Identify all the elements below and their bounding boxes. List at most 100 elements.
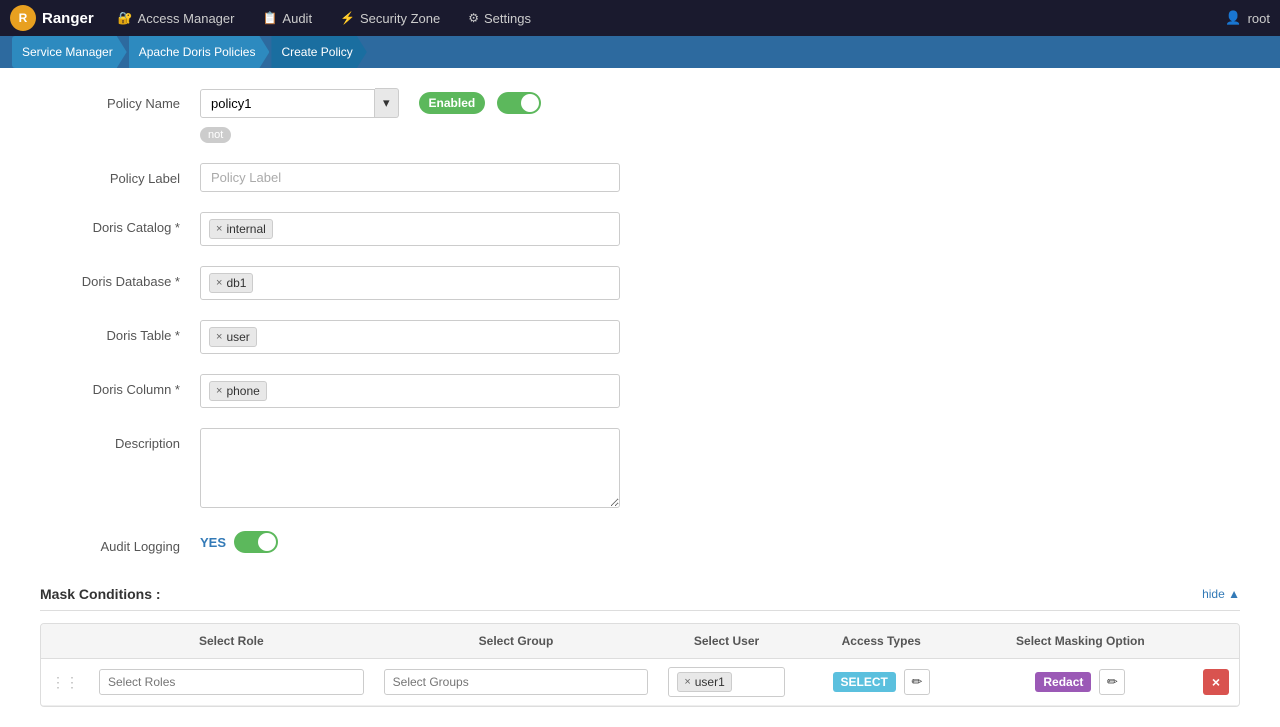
doris-column-input[interactable]: × phone (200, 374, 620, 408)
mask-conditions-section: Mask Conditions : hide ▲ (40, 574, 1240, 611)
logo[interactable]: R Ranger (10, 5, 94, 31)
access-type-badge[interactable]: SELECT (833, 672, 896, 692)
hide-link[interactable]: hide ▲ (1202, 587, 1240, 601)
mask-conditions-table: Select Role Select Group Select User Acc… (41, 624, 1239, 706)
audit-toggle-wrap: YES (200, 531, 620, 553)
doris-table-input[interactable]: × user (200, 320, 620, 354)
policy-label-row: Policy Label (40, 163, 1240, 192)
doris-database-field: × db1 (200, 266, 620, 300)
top-navigation: R Ranger 🔐 Access Manager 📋 Audit ⚡ Secu… (0, 0, 1280, 36)
description-textarea[interactable] (200, 428, 620, 508)
breadcrumb: Service Manager Apache Doris Policies Cr… (0, 36, 1280, 68)
access-types-cell: SELECT ✏ (795, 659, 968, 706)
audit-logging-toggle[interactable] (234, 531, 278, 553)
table-header: Select Role Select Group Select User Acc… (41, 624, 1239, 659)
select-groups-input[interactable] (384, 669, 649, 695)
policy-label-field (200, 163, 620, 192)
doris-catalog-tag: × internal (209, 219, 273, 239)
drag-handle-icon[interactable]: ⋮⋮ (51, 674, 79, 690)
select-user-header: Select User (658, 624, 794, 659)
breadcrumb-create-policy[interactable]: Create Policy (271, 36, 366, 68)
audit-logging-row: Audit Logging YES (40, 531, 1240, 554)
drag-col-header (41, 624, 89, 659)
audit-toggle-knob (258, 533, 276, 551)
delete-row-btn[interactable]: × (1203, 669, 1229, 695)
audit-logging-label: Audit Logging (40, 531, 200, 554)
doris-catalog-label: Doris Catalog * (40, 212, 200, 235)
nav-access-manager[interactable]: 🔐 Access Manager (106, 0, 247, 36)
breadcrumb-apache-doris-policies[interactable]: Apache Doris Policies (129, 36, 270, 68)
logo-icon: R (10, 5, 36, 31)
not-badge: not (200, 127, 231, 143)
description-label: Description (40, 428, 200, 451)
description-row: Description (40, 428, 1240, 511)
nav-security-zone[interactable]: ⚡ Security Zone (328, 0, 452, 36)
enabled-toggle[interactable] (497, 92, 541, 114)
table-row: ⋮⋮ × user1 (41, 659, 1239, 706)
user-name: root (1248, 11, 1270, 26)
nav-settings[interactable]: ⚙ Settings (456, 0, 543, 36)
doris-catalog-field: × internal (200, 212, 620, 246)
doris-database-label: Doris Database * (40, 266, 200, 289)
doris-database-row: Doris Database * × db1 (40, 266, 1240, 300)
description-field (200, 428, 620, 511)
policy-name-dropdown-btn[interactable]: ▾ (375, 88, 399, 118)
main-content: Policy Name ▾ Enabled not Policy Label (0, 68, 1280, 727)
user-cell: × user1 (658, 659, 794, 706)
audit-icon: 📋 (262, 11, 277, 25)
user-tag-value: user1 (695, 675, 725, 689)
nav-security-zone-label: Security Zone (360, 11, 440, 26)
doris-database-tag-value: db1 (226, 276, 246, 290)
mask-conditions-title: Mask Conditions : (40, 586, 161, 602)
user-menu[interactable]: 👤 root (1225, 10, 1270, 26)
doris-table-label: Doris Table * (40, 320, 200, 343)
policy-label-input[interactable] (200, 163, 620, 192)
nav-audit[interactable]: 📋 Audit (250, 0, 324, 36)
doris-database-tag: × db1 (209, 273, 253, 293)
select-roles-input[interactable] (99, 669, 364, 695)
action-col-header (1193, 624, 1239, 659)
select-group-header: Select Group (374, 624, 659, 659)
masking-option-badge[interactable]: Redact (1035, 672, 1091, 692)
doris-table-tag-remove[interactable]: × (216, 331, 222, 343)
doris-column-field: × phone (200, 374, 620, 408)
doris-catalog-row: Doris Catalog * × internal (40, 212, 1240, 246)
delete-cell: × (1193, 659, 1239, 706)
doris-table-tag: × user (209, 327, 257, 347)
user-tag-remove[interactable]: × (684, 676, 690, 688)
pencil-icon: ✏ (911, 674, 922, 690)
role-cell (89, 659, 374, 706)
doris-table-row: Doris Table * × user (40, 320, 1240, 354)
access-type-edit-btn[interactable]: ✏ (904, 669, 930, 695)
toggle-knob (521, 94, 539, 112)
access-types-header: Access Types (795, 624, 968, 659)
policy-name-row: Policy Name ▾ Enabled not (40, 88, 1240, 143)
policy-name-input[interactable] (200, 89, 375, 118)
audit-yes-label: YES (200, 535, 226, 550)
masking-pencil-icon: ✏ (1107, 674, 1118, 690)
doris-catalog-tag-remove[interactable]: × (216, 223, 222, 235)
doris-column-tag-value: phone (226, 384, 259, 398)
enabled-badge: Enabled (419, 92, 486, 114)
doris-database-input[interactable]: × db1 (200, 266, 620, 300)
nav-access-manager-label: Access Manager (138, 11, 235, 26)
group-cell (374, 659, 659, 706)
mask-conditions-box: Select Role Select Group Select User Acc… (40, 623, 1240, 707)
doris-column-tag-remove[interactable]: × (216, 385, 222, 397)
doris-column-row: Doris Column * × phone (40, 374, 1240, 408)
doris-column-tag: × phone (209, 381, 267, 401)
policy-name-label: Policy Name (40, 88, 200, 111)
doris-catalog-input[interactable]: × internal (200, 212, 620, 246)
policy-label-label: Policy Label (40, 163, 200, 186)
nav-audit-label: Audit (282, 11, 312, 26)
select-role-header: Select Role (89, 624, 374, 659)
doris-column-label: Doris Column * (40, 374, 200, 397)
security-icon: ⚡ (340, 11, 355, 25)
doris-database-tag-remove[interactable]: × (216, 277, 222, 289)
breadcrumb-service-manager[interactable]: Service Manager (12, 36, 127, 68)
policy-name-wrapper: ▾ (200, 88, 399, 118)
doris-catalog-tag-value: internal (226, 222, 265, 236)
masking-option-edit-btn[interactable]: ✏ (1099, 669, 1125, 695)
policy-toggles: Enabled (419, 92, 542, 114)
nav-settings-label: Settings (484, 11, 531, 26)
